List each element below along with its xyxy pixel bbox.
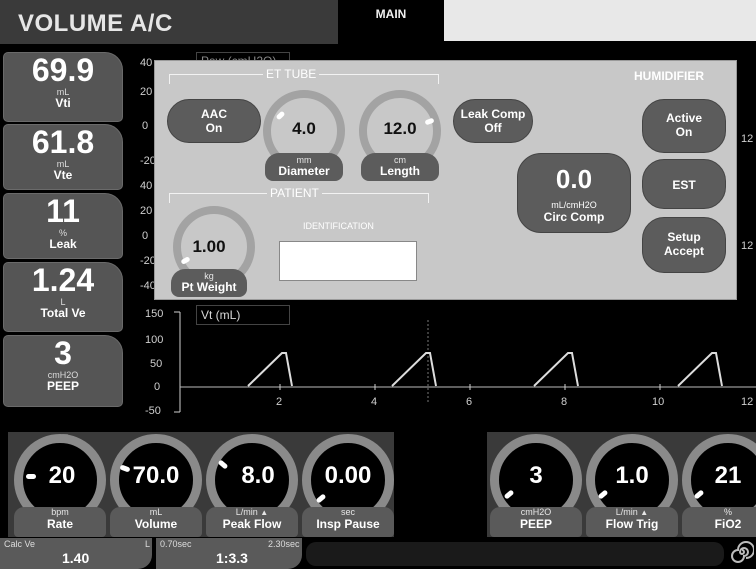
circ-comp-label: Circ Comp [543,210,605,224]
circ-comp-value: 0.0 [555,164,593,194]
up-arrow-icon: ▲ [640,508,649,517]
peak-flow-value: 8.0 [241,462,275,489]
setup-accept-line2: Accept [663,244,704,258]
peak-flow-label: Peak Flow [222,517,282,531]
aac-state: On [205,121,223,135]
volume-label: Volume [134,517,178,531]
insp-pause-value: 0.00 [324,462,372,489]
monitor-label: PEEP [46,379,79,393]
monitor-total-ve[interactable]: 1.24 L Total Ve [3,262,123,332]
header-message-area [444,0,756,41]
monitor-label: Total Ve [40,306,86,320]
humidifier-state: On [675,125,693,139]
fio2-label: FiO2 [714,517,742,531]
volume-value: 70.0 [132,462,180,489]
leak-comp-label: Leak Comp [460,107,526,121]
diameter-label: Diameter [278,164,330,178]
ventilation-mode-title: VOLUME A/C [18,10,173,37]
monitor-value: 61.8 [31,124,95,160]
pt-weight-label-box: kg Pt Weight [171,269,247,297]
monitor-value: 1.24 [31,262,95,298]
pt-weight-value: 1.00 [192,237,226,256]
volume-label-box: mL Volume [110,507,202,537]
up-arrow-icon: ▲ [260,508,269,517]
rate-label-box: bpm Rate [14,507,106,537]
calc-ve-value: 1.40 [62,550,90,566]
setup-accept-button[interactable]: Setup Accept [642,217,726,273]
peak-flow-label-box: L/min ▲ Peak Flow [206,507,298,537]
flow-trig-label-box: L/min ▲ Flow Trig [586,507,678,537]
monitor-vte[interactable]: 61.8 mL Vte [3,124,123,190]
circ-comp-unit: mL/cmH2O [551,200,597,210]
calc-ve-display: Calc Ve L 1.40 [0,538,152,569]
aac-label: AAC [201,107,227,121]
monitor-value: 11 [46,193,80,229]
tab-main[interactable]: MAIN [338,0,444,44]
paw-y-tick: 20 [140,86,153,98]
ie-ratio-display: 0.70sec 2.30sec 1:3.3 [156,538,302,569]
paw-y-tick: 40 [140,57,153,69]
fio2-label-box: % FiO2 [682,507,756,537]
peep-label-box: cmH2O PEEP [490,507,582,537]
humidifier-label: Active [665,111,703,125]
circ-comp-control[interactable]: 0.0 mL/cmH2O Circ Comp [517,153,631,233]
est-button[interactable]: EST [642,159,726,209]
peep-label: PEEP [519,517,552,531]
calc-ve-label: Calc Ve [4,539,36,549]
peep-setting-value: 3 [529,462,543,489]
te-label: 2.30sec [268,539,300,549]
monitor-leak[interactable]: 11 % Leak [3,193,123,259]
paw-y-tick: 0 [142,120,149,132]
diameter-label-box: mm Diameter [265,153,343,181]
length-value: 12.0 [383,119,417,138]
identification-label: IDENTIFICATION [303,221,374,231]
vt-waveform-plot [174,311,756,413]
right-axis-tick: 12 [741,240,754,252]
patient-setup-dialog: ET TUBE HUMIDIFIER PATIENT AAC On 4.0 mm… [154,60,737,300]
length-label-box: cm Length [361,153,439,181]
monitor-value: 69.9 [31,52,95,88]
rate-label: Rate [46,517,73,531]
length-label: Length [380,164,420,178]
ti-label: 0.70sec [160,539,192,549]
monitor-label: Vti [55,96,71,110]
calc-ve-unit: L [145,539,151,549]
identification-field[interactable] [279,241,417,281]
fio2-value: 21 [714,462,742,489]
paw-y-tick: 40 [140,180,153,192]
leak-comp-button[interactable]: Leak Comp Off [453,99,533,143]
monitor-peep[interactable]: 3 cmH2O PEEP [3,335,123,407]
monitor-value: 3 [54,335,72,371]
patient-group-title: PATIENT [267,186,322,200]
spiral-logo-icon[interactable] [730,540,754,564]
monitor-label: Leak [49,237,77,251]
flow-trig-value: 1.0 [615,462,649,489]
right-axis-tick: 12 [741,133,754,145]
ie-ratio-value: 1:3.3 [216,550,248,566]
setup-accept-line1: Setup [667,230,701,244]
humidifier-group-title: HUMIDIFIER [631,69,707,83]
message-bar [306,542,724,566]
leak-comp-state: Off [484,121,502,135]
insp-pause-label: Insp Pause [316,517,380,531]
paw-y-tick: 20 [140,205,153,217]
et-tube-group-title: ET TUBE [263,67,320,81]
monitor-label: Vte [53,168,73,182]
paw-y-tick: 0 [142,230,149,242]
pt-weight-label: Pt Weight [181,280,237,294]
rate-value: 20 [48,462,76,489]
diameter-value: 4.0 [292,119,316,138]
humidifier-active-button[interactable]: Active On [642,99,726,153]
insp-pause-label-box: sec Insp Pause [302,507,394,537]
flow-trig-label: Flow Trig [605,517,659,531]
monitor-vti[interactable]: 69.9 mL Vti [3,52,123,122]
aac-button[interactable]: AAC On [167,99,261,143]
